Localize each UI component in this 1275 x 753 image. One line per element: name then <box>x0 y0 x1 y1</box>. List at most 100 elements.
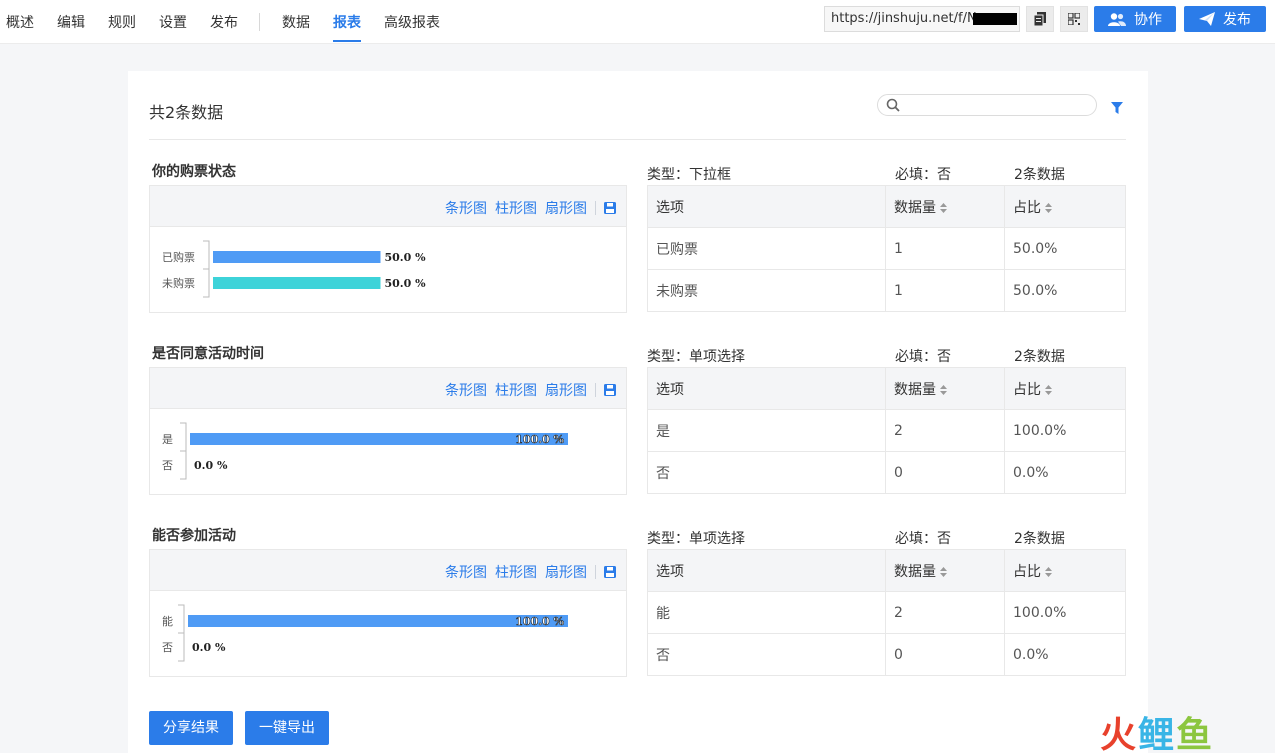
question-title: 你的购票状态 <box>152 164 236 180</box>
top-nav: 概述 编辑 规则 设置 发布 数据 报表 高级报表 <box>0 0 457 44</box>
bar <box>188 615 568 627</box>
cell-ratio: 100.0% <box>1004 409 1126 452</box>
bar-chart-svg: 能 100.0 % 否 0.0 % <box>162 604 568 662</box>
action-bar: 分享结果 一键导出 <box>149 711 341 745</box>
form-url-field[interactable]: https://jinshuju.net/f/N <box>824 6 1020 32</box>
col-count-label: 数据量 <box>894 199 936 216</box>
copy-url-button[interactable] <box>1026 6 1054 32</box>
watermark-char-1: 火 <box>1100 715 1139 753</box>
export-button[interactable]: 一键导出 <box>245 711 329 745</box>
pie-chart-link[interactable]: 扇形图 <box>545 562 587 582</box>
watermark-char-2: 鲤 <box>1138 715 1177 753</box>
col-count[interactable]: 数据量 <box>885 185 1005 228</box>
cell-count: 2 <box>885 591 1005 634</box>
col-option: 选项 <box>647 549 886 592</box>
question-section-2: 是否同意活动时间 条形图 柱形图 扇形图 是 100.0 % 否 0.0 % 类… <box>149 343 1126 513</box>
cell-option: 能 <box>647 591 886 634</box>
cell-count: 0 <box>885 451 1005 494</box>
question-section-1: 你的购票状态 条形图 柱形图 扇形图 已购票 50.0 % 未购票 50.0 % <box>149 161 1126 331</box>
cell-option: 否 <box>647 633 886 676</box>
collaborate-label: 协作 <box>1134 12 1162 28</box>
bar-horizontal-link[interactable]: 条形图 <box>445 562 487 582</box>
data-label: 0.0 % <box>192 641 226 654</box>
col-ratio[interactable]: 占比 <box>1004 367 1126 410</box>
col-count[interactable]: 数据量 <box>885 367 1005 410</box>
question-count: 2条数据 <box>1014 349 1065 365</box>
col-ratio[interactable]: 占比 <box>1004 185 1126 228</box>
toolbar-divider <box>595 565 596 579</box>
nav-item-settings[interactable]: 设置 <box>159 0 187 44</box>
cell-count: 2 <box>885 409 1005 452</box>
table-row: 否 0 0.0% <box>647 451 1126 494</box>
sort-icon[interactable] <box>1045 384 1052 395</box>
stat-table: 选项 数据量 占比 已购票 1 50.0% 未购票 1 50.0% <box>647 185 1126 312</box>
col-option-label: 选项 <box>656 563 684 580</box>
data-label: 50.0 % <box>385 251 427 264</box>
sort-icon[interactable] <box>940 384 947 395</box>
col-count[interactable]: 数据量 <box>885 549 1005 592</box>
form-url-text: https://jinshuju.net/f/N <box>831 11 977 26</box>
save-icon[interactable] <box>604 566 616 578</box>
sort-icon[interactable] <box>1045 202 1052 213</box>
col-option-label: 选项 <box>656 381 684 398</box>
table-header-row: 选项 数据量 占比 <box>647 549 1126 592</box>
bar-vertical-link[interactable]: 柱形图 <box>495 562 537 582</box>
sort-icon[interactable] <box>940 566 947 577</box>
nav-item-overview[interactable]: 概述 <box>6 0 34 44</box>
stat-table: 选项 数据量 占比 能 2 100.0% 否 0 0.0% <box>647 549 1126 676</box>
report-card: 共2条数据 你的购票状态 条形图 柱形图 扇形图 已购票 50.0 % 未购票 … <box>128 71 1148 753</box>
table-header-row: 选项 数据量 占比 <box>647 367 1126 410</box>
bar-vertical-link[interactable]: 柱形图 <box>495 198 537 218</box>
share-results-button[interactable]: 分享结果 <box>149 711 233 745</box>
bar-horizontal-link[interactable]: 条形图 <box>445 380 487 400</box>
nav-item-edit[interactable]: 编辑 <box>57 0 85 44</box>
cell-ratio: 0.0% <box>1004 451 1126 494</box>
nav-item-data[interactable]: 数据 <box>282 0 310 44</box>
save-icon[interactable] <box>604 384 616 396</box>
cell-option: 未购票 <box>647 269 886 312</box>
qrcode-button[interactable] <box>1060 6 1088 32</box>
nav-item-rules[interactable]: 规则 <box>108 0 136 44</box>
cell-count: 0 <box>885 633 1005 676</box>
search-icon <box>886 98 900 112</box>
question-title: 能否参加活动 <box>152 528 236 544</box>
top-bar: 概述 编辑 规则 设置 发布 数据 报表 高级报表 https://jinshu… <box>0 0 1275 44</box>
cell-option: 已购票 <box>647 227 886 270</box>
question-type: 类型：单项选择 <box>647 349 745 365</box>
sort-icon[interactable] <box>940 202 947 213</box>
col-ratio[interactable]: 占比 <box>1004 549 1126 592</box>
cell-option: 否 <box>647 451 886 494</box>
pie-chart-link[interactable]: 扇形图 <box>545 198 587 218</box>
question-required: 必填：否 <box>895 349 951 365</box>
page-title: 共2条数据 <box>149 103 224 122</box>
title-divider <box>149 139 1126 140</box>
nav-item-advanced-report[interactable]: 高级报表 <box>384 0 440 44</box>
nav-item-publish[interactable]: 发布 <box>210 0 238 44</box>
bar-chart-svg: 是 100.0 % 否 0.0 % <box>162 422 568 480</box>
save-icon[interactable] <box>604 202 616 214</box>
toolbar-divider <box>595 383 596 397</box>
table-row: 已购票 1 50.0% <box>647 227 1126 270</box>
bar-vertical-link[interactable]: 柱形图 <box>495 380 537 400</box>
publish-button[interactable]: 发布 <box>1184 6 1266 32</box>
cell-count: 1 <box>885 227 1005 270</box>
stat-table: 选项 数据量 占比 是 2 100.0% 否 0 0.0% <box>647 367 1126 494</box>
question-type: 类型：下拉框 <box>647 167 731 183</box>
watermark-char-3: 鱼 <box>1176 715 1215 753</box>
search-box[interactable] <box>877 94 1097 116</box>
cell-ratio: 50.0% <box>1004 269 1126 312</box>
nav-item-report[interactable]: 报表 <box>333 0 361 44</box>
col-option: 选项 <box>647 185 886 228</box>
pie-chart-link[interactable]: 扇形图 <box>545 380 587 400</box>
toolbar-divider <box>595 201 596 215</box>
sort-icon[interactable] <box>1045 566 1052 577</box>
bar <box>213 251 381 263</box>
bar-chart: 是 100.0 % 否 0.0 % <box>150 409 626 494</box>
filter-icon[interactable] <box>1111 102 1123 114</box>
bar-horizontal-link[interactable]: 条形图 <box>445 198 487 218</box>
collaborate-button[interactable]: 协作 <box>1094 6 1176 32</box>
question-count: 2条数据 <box>1014 531 1065 547</box>
search-input[interactable] <box>906 97 1086 113</box>
table-header-row: 选项 数据量 占比 <box>647 185 1126 228</box>
table-row: 能 2 100.0% <box>647 591 1126 634</box>
